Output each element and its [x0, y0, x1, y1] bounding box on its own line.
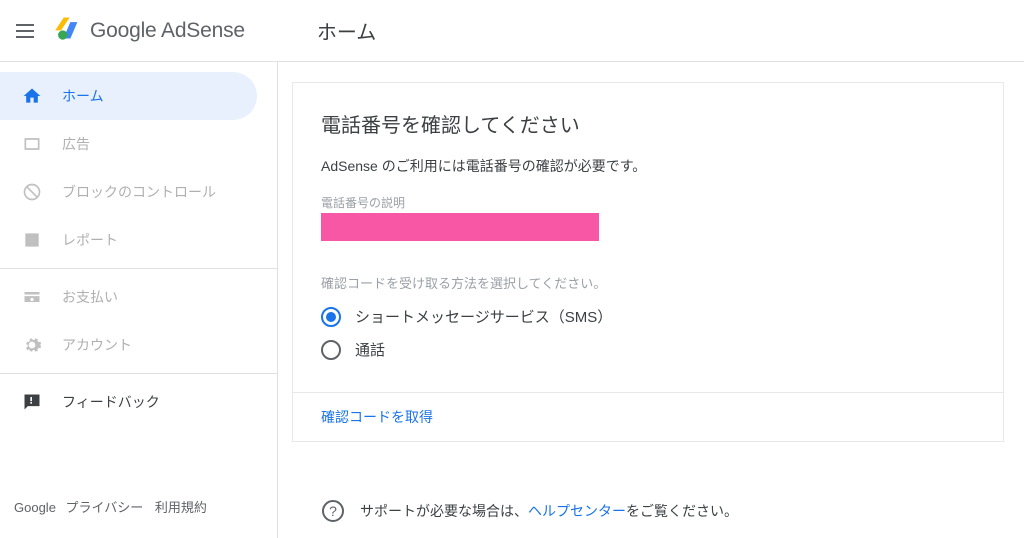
- terms-link[interactable]: 利用規約: [155, 500, 207, 515]
- sidebar-item-label: フィードバック: [62, 392, 160, 412]
- footer-links: Google プライバシー 利用規約: [0, 487, 277, 538]
- radio-label: 通話: [355, 339, 385, 360]
- app-header: Google AdSense ホーム: [0, 0, 1024, 62]
- sidebar-item-label: レポート: [62, 230, 118, 250]
- sidebar-item-payments[interactable]: お支払い: [0, 273, 257, 321]
- main-content: 電話番号を確認してください AdSense のご利用には電話番号の確認が必要です…: [278, 62, 1024, 538]
- nav-divider: [0, 373, 277, 374]
- card-action-bar: 確認コードを取得: [293, 392, 1003, 441]
- help-icon: ?: [322, 500, 344, 522]
- sidebar-item-label: お支払い: [62, 287, 118, 307]
- gear-icon: [22, 335, 42, 355]
- content-area: ホーム 広告 ブロックのコントロール レポート: [0, 62, 1024, 538]
- privacy-link[interactable]: プライバシー: [66, 500, 144, 515]
- sidebar-item-feedback[interactable]: フィードバック: [0, 378, 257, 426]
- radio-icon: [321, 340, 341, 360]
- radio-option-call[interactable]: 通話: [321, 339, 975, 360]
- phone-number-input[interactable]: [321, 213, 599, 241]
- support-text: サポートが必要な場合は、ヘルプセンターをご覧ください。: [360, 501, 738, 521]
- sidebar-item-home[interactable]: ホーム: [0, 72, 257, 120]
- help-center-link[interactable]: ヘルプセンター: [528, 503, 626, 519]
- sidebar-item-reports[interactable]: レポート: [0, 216, 257, 264]
- adsense-logo-icon: [54, 14, 82, 47]
- support-row: ? サポートが必要な場合は、ヘルプセンターをご覧ください。: [292, 484, 1004, 538]
- radio-label: ショートメッセージサービス（SMS）: [355, 306, 612, 327]
- feedback-icon: [22, 392, 42, 412]
- sidebar-item-ads[interactable]: 広告: [0, 120, 257, 168]
- phone-verification-card: 電話番号を確認してください AdSense のご利用には電話番号の確認が必要です…: [292, 82, 1004, 442]
- nav-list: ホーム 広告 ブロックのコントロール レポート: [0, 72, 277, 487]
- phone-field-label: 電話番号の説明: [321, 194, 975, 211]
- sidebar-item-label: 広告: [62, 134, 90, 154]
- verification-method-label: 確認コードを受け取る方法を選択してください。: [321, 273, 975, 292]
- nav-divider: [0, 268, 277, 269]
- page-title: ホーム: [317, 16, 376, 45]
- get-code-button[interactable]: 確認コードを取得: [321, 409, 433, 425]
- sidebar-item-label: アカウント: [62, 335, 132, 355]
- hamburger-menu-icon[interactable]: [16, 19, 40, 43]
- card-body: 電話番号を確認してください AdSense のご利用には電話番号の確認が必要です…: [293, 83, 1003, 392]
- sidebar-item-label: ブロックのコントロール: [62, 182, 216, 202]
- sidebar-item-blocking[interactable]: ブロックのコントロール: [0, 168, 257, 216]
- radio-icon: [321, 307, 341, 327]
- radio-option-sms[interactable]: ショートメッセージサービス（SMS）: [321, 306, 975, 327]
- ads-icon: [22, 134, 42, 154]
- product-logo[interactable]: Google AdSense: [54, 14, 245, 47]
- sidebar: ホーム 広告 ブロックのコントロール レポート: [0, 62, 278, 538]
- sidebar-item-account[interactable]: アカウント: [0, 321, 257, 369]
- home-icon: [22, 86, 42, 106]
- logo-text: Google AdSense: [90, 19, 245, 43]
- footer-google-label: Google: [14, 500, 56, 515]
- reports-icon: [22, 230, 42, 250]
- block-icon: [22, 182, 42, 202]
- card-description: AdSense のご利用には電話番号の確認が必要です。: [321, 156, 975, 176]
- card-title: 電話番号を確認してください: [321, 109, 975, 138]
- payments-icon: [22, 287, 42, 307]
- sidebar-item-label: ホーム: [62, 86, 104, 106]
